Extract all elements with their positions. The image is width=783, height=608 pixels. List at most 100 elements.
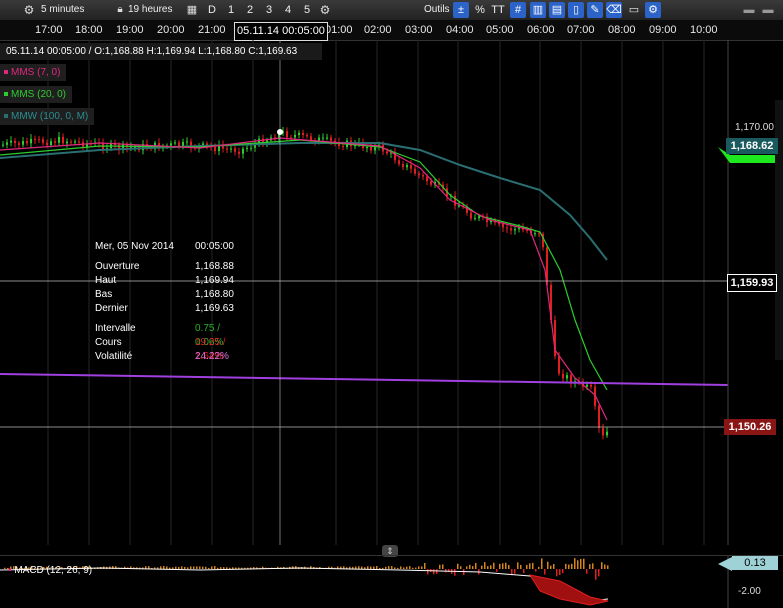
lock-icon[interactable]: 🔒︎ [113, 3, 127, 17]
macd-label[interactable]: ▪ MACD (12, 26, 9) [8, 565, 92, 576]
ohlc-tool-icon[interactable]: ▯ [568, 2, 584, 18]
settings-gear-icon[interactable]: ⚙ [318, 3, 332, 17]
tooltip-time: 00:05:00 [195, 241, 234, 252]
time-label: 21:00 [198, 24, 226, 36]
time-label: 04:00 [446, 24, 474, 36]
ma100-line [0, 142, 608, 261]
macd-bar [544, 569, 546, 575]
erase-tool-icon[interactable]: ⌫ [606, 2, 622, 18]
macd-bar [223, 567, 225, 569]
candle-body [74, 141, 76, 143]
candle-body [598, 406, 600, 428]
draw-tool-icon[interactable]: ✎ [587, 2, 603, 18]
tooltip-key: Dernier [95, 303, 128, 314]
candle-body [562, 373, 564, 379]
macd-bar [178, 566, 180, 569]
macd-bar [484, 562, 486, 569]
macd-bar [487, 566, 489, 569]
ma100-label-text: MMW (100, 0, M) [11, 111, 89, 122]
tooltip-key: Haut [95, 275, 117, 286]
macd-bar [526, 564, 528, 569]
print-tool-icon[interactable]: ▭ [626, 2, 642, 18]
candle-body [14, 140, 16, 144]
range-select[interactable]: 19 heures [128, 2, 172, 18]
time-axis: 17:00 18:00 19:00 20:00 21:00 01:00 02:0… [0, 20, 783, 41]
candle-body [50, 141, 52, 146]
macd-bar [409, 566, 411, 569]
candle-body [30, 138, 32, 144]
candle-body [470, 212, 472, 219]
tools-label[interactable]: Outils [424, 2, 450, 18]
period-button-1[interactable]: 1 [228, 2, 234, 18]
candle-body [398, 160, 400, 165]
gear-icon[interactable]: ⚙ [22, 3, 36, 17]
macd-bar [529, 563, 531, 569]
calendar-icon[interactable]: ▦ [185, 3, 199, 17]
candle-body [302, 132, 304, 135]
macd-bar [403, 567, 405, 569]
tooltip-row: Ouverture 1,168.88 [95, 260, 245, 274]
candle-body [602, 427, 604, 436]
properties-tool-icon[interactable]: ⚙ [645, 2, 661, 18]
candle-body [10, 140, 12, 143]
tooltip-row: Volatilité 24.22% [95, 350, 245, 364]
grid-tool-icon[interactable]: # [510, 2, 526, 18]
macd-bar [415, 567, 417, 569]
macd-bar [550, 565, 552, 569]
interval-select[interactable]: 5 minutes [41, 2, 84, 18]
candle-body [590, 384, 592, 387]
period-button-3[interactable]: 3 [266, 2, 272, 18]
time-label: 01:00 [325, 24, 353, 36]
macd-bar [574, 558, 576, 569]
candle-body [238, 151, 240, 154]
macd-bar [208, 567, 210, 569]
add-line-tool-icon[interactable]: ± [453, 2, 469, 18]
macd-bar [175, 566, 177, 569]
window-grip-icon[interactable]: ▬ [760, 2, 776, 18]
candle-body [558, 356, 560, 374]
candle-body [18, 143, 20, 145]
macd-bar [232, 567, 234, 569]
candle-body [310, 136, 312, 141]
time-label: 05:00 [486, 24, 514, 36]
tooltip-value: 1,169.63 [195, 303, 234, 314]
macd-value-tag: 0.13 [732, 556, 778, 570]
percent-tool[interactable]: % [472, 2, 488, 18]
candle-body [78, 141, 80, 143]
indicator-ma100-label[interactable]: MMW (100, 0, M) [0, 108, 95, 125]
time-label: 08:00 [608, 24, 636, 36]
macd-bar [502, 563, 504, 569]
macd-pane[interactable] [0, 555, 783, 608]
macd-bar [523, 569, 525, 574]
last-price-tag: 1,150.26 [724, 419, 776, 435]
macd-bar [163, 566, 165, 569]
macd-bar [421, 566, 423, 569]
period-button-2[interactable]: 2 [247, 2, 253, 18]
candle-body [414, 168, 416, 174]
indicator-ma20-label[interactable]: MMS (20, 0) [0, 86, 73, 103]
candle-body [510, 228, 512, 231]
time-label: 18:00 [75, 24, 103, 36]
macd-bar [412, 567, 414, 569]
macd-tick-label: -2.00 [738, 586, 761, 597]
macd-bar [514, 569, 516, 574]
macd-bar [541, 558, 543, 569]
candle-body [586, 384, 588, 387]
candle-body [22, 141, 24, 145]
indicator-ma7-label[interactable]: MMS (7, 0) [0, 64, 67, 81]
time-label: 07:00 [567, 24, 595, 36]
macd-marker [718, 557, 732, 571]
bar-tool-icon[interactable]: ▤ [549, 2, 565, 18]
period-button-5[interactable]: 5 [304, 2, 310, 18]
macd-bar [196, 566, 198, 569]
candle-body [26, 141, 28, 144]
macd-bar [601, 562, 603, 569]
tooltip-header: Mer, 05 Nov 2014 00:05:00 [95, 240, 245, 254]
period-button-4[interactable]: 4 [285, 2, 291, 18]
candle-tool-icon[interactable]: ▥ [530, 2, 546, 18]
macd-histogram [4, 558, 609, 580]
minimize-icon[interactable]: ▬ [741, 2, 757, 18]
text-tool[interactable]: TT [490, 2, 506, 18]
tooltip-row: Dernier 1,169.63 [95, 302, 245, 316]
period-button-d[interactable]: D [208, 2, 216, 18]
